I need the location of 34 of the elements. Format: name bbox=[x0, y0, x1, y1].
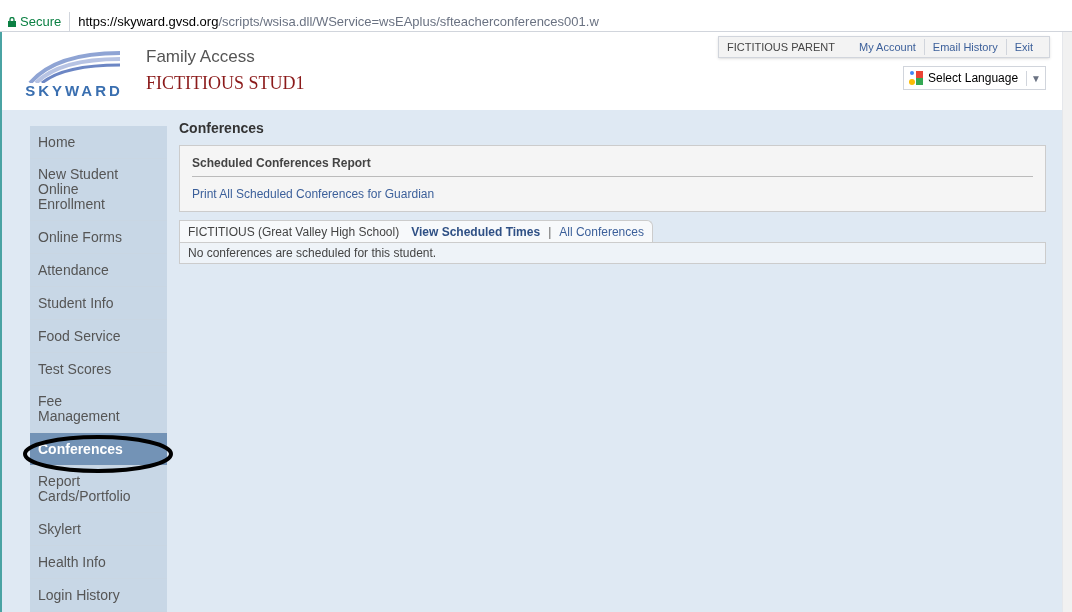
separator: | bbox=[548, 223, 552, 241]
student-name: FICTITIOUS STUD1 bbox=[146, 71, 305, 95]
student-school: FICTITIOUS (Great Valley High School) bbox=[188, 223, 401, 241]
page-title: Conferences bbox=[179, 119, 265, 138]
sidebar-item[interactable]: Health Info bbox=[30, 546, 167, 579]
account-link[interactable]: My Account bbox=[851, 38, 924, 56]
app-title: Family Access bbox=[146, 46, 256, 68]
sidebar-item[interactable]: Food Service bbox=[30, 320, 167, 353]
sidebar-item[interactable]: Online Forms bbox=[30, 221, 167, 254]
sidebar-item[interactable]: Login History bbox=[30, 579, 167, 612]
view-tab[interactable]: View Scheduled Times bbox=[411, 222, 541, 241]
view-tab[interactable]: All Conferences bbox=[559, 222, 644, 241]
empty-message: No conferences are scheduled for this student. bbox=[179, 242, 1046, 264]
url-text[interactable]: https://skyward.gvsd.org/scripts/wsisa.dll/WService=wsEAplus/sfteacherconferences001.w bbox=[74, 11, 599, 32]
sidebar-item[interactable]: Student Info bbox=[30, 287, 167, 320]
language-select[interactable]: Select Language ▼ bbox=[903, 66, 1046, 90]
panel-title: Scheduled Conferences Report bbox=[192, 154, 1033, 177]
user-name: FICTITIOUS PARENT bbox=[727, 39, 836, 55]
account-link[interactable]: Exit bbox=[1005, 38, 1041, 56]
address-bar[interactable]: Secure https://skyward.gvsd.org/scripts/wsisa.dll/WService=wsEAplus/sfteacherconferences001.w bbox=[0, 12, 1072, 32]
sidebar-item[interactable]: Test Scores bbox=[30, 353, 167, 386]
account-link[interactable]: Email History bbox=[923, 38, 1006, 56]
scrollbar[interactable] bbox=[1062, 32, 1072, 612]
print-link[interactable]: Print All Scheduled Conferences for Guardian bbox=[192, 177, 1033, 203]
sidebar-item[interactable]: Home bbox=[30, 126, 167, 159]
lock-icon bbox=[8, 16, 16, 27]
sidebar-item[interactable]: Attendance bbox=[30, 254, 167, 287]
secure-label: Secure bbox=[20, 11, 71, 32]
sidebar-item[interactable]: New Student Online Enrollment bbox=[30, 159, 167, 221]
translate-icon bbox=[908, 70, 924, 86]
skyward-logo: SKYWARD bbox=[14, 40, 134, 102]
sidebar-item[interactable]: Report Cards/Portfolio bbox=[30, 466, 167, 513]
sidebar-item[interactable]: Fee Management bbox=[30, 386, 167, 433]
sidebar-item[interactable]: Skylert bbox=[30, 513, 167, 546]
